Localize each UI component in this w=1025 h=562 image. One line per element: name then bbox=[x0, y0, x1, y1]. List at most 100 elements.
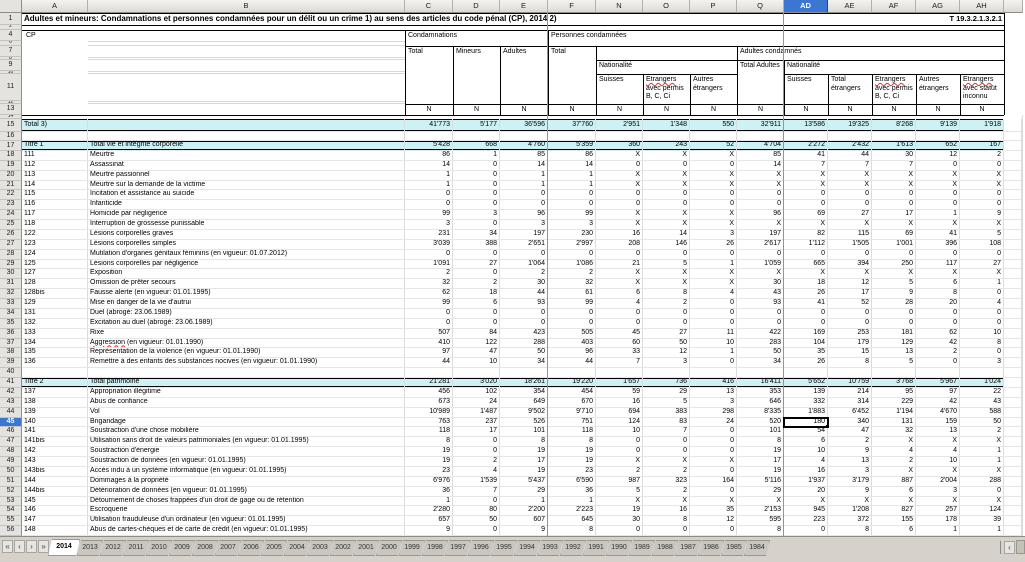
cell-F16[interactable] bbox=[548, 132, 596, 140]
cell-AH17[interactable]: 167 bbox=[960, 141, 1004, 150]
cell-C41[interactable]: 21'281 bbox=[405, 378, 453, 387]
cell-AD15[interactable]: 13'586 bbox=[784, 119, 828, 131]
cell-AD47[interactable]: 6 bbox=[784, 437, 828, 446]
row-header-22[interactable]: 22 bbox=[0, 190, 22, 200]
cell-Q45[interactable]: 520 bbox=[737, 418, 784, 427]
cell-partial-34[interactable] bbox=[1004, 309, 1022, 318]
cell-O54[interactable]: 16 bbox=[643, 506, 690, 515]
cell-B49[interactable]: Soustraction de données (en vigueur: 01.… bbox=[88, 457, 405, 466]
cell-AE32[interactable]: 17 bbox=[828, 289, 872, 298]
cell-A34[interactable]: 131 bbox=[22, 309, 88, 318]
cell-P19[interactable]: 0 bbox=[690, 161, 737, 170]
header-etrangers-statut-inconnu[interactable]: Etrangers avec statut inconnu bbox=[961, 75, 1003, 103]
cell-E41[interactable]: 18'261 bbox=[500, 378, 548, 387]
cell-A22[interactable]: 115 bbox=[22, 190, 88, 199]
row-header-39[interactable]: 39 bbox=[0, 358, 22, 368]
cell-AH36[interactable]: 10 bbox=[960, 329, 1004, 338]
cell-F27[interactable]: 2'997 bbox=[548, 240, 596, 249]
row-header-41[interactable]: 41 bbox=[0, 378, 22, 388]
cell-B43[interactable]: Abus de confiance bbox=[88, 398, 405, 407]
cell-AD24[interactable]: 69 bbox=[784, 210, 828, 219]
cell-F47[interactable]: 8 bbox=[548, 437, 596, 446]
cell-D41[interactable]: 3'020 bbox=[453, 378, 500, 387]
cell-N26[interactable]: 16 bbox=[596, 230, 643, 239]
cell-F42[interactable]: 454 bbox=[548, 388, 596, 397]
cell-N44[interactable]: 694 bbox=[596, 408, 643, 417]
cell-F43[interactable]: 670 bbox=[548, 398, 596, 407]
cell-P21[interactable]: X bbox=[690, 181, 737, 190]
cell-AD28[interactable]: 0 bbox=[784, 250, 828, 259]
header-adultes[interactable]: Adultes bbox=[501, 47, 547, 58]
cell-C54[interactable]: 2'280 bbox=[405, 506, 453, 515]
cell-B28[interactable]: Mutilation d'organes génitaux féminins (… bbox=[88, 250, 405, 259]
cell-AD26[interactable]: 82 bbox=[784, 230, 828, 239]
cell-A43[interactable]: 138 bbox=[22, 398, 88, 407]
cell-C30[interactable]: 2 bbox=[405, 269, 453, 278]
fill-handle[interactable] bbox=[826, 425, 829, 428]
cell-partial-37[interactable] bbox=[1004, 339, 1022, 348]
row-header-15[interactable]: 15 bbox=[0, 119, 22, 132]
cell-N51[interactable]: 987 bbox=[596, 477, 643, 486]
cell-AH53[interactable]: X bbox=[960, 497, 1004, 506]
cell-B42[interactable]: Appropriation illégitime bbox=[88, 388, 405, 397]
cell-AG51[interactable]: 2'004 bbox=[916, 477, 960, 486]
cell-F54[interactable]: 2'223 bbox=[548, 506, 596, 515]
cell-AG50[interactable]: X bbox=[916, 467, 960, 476]
cell-AE41[interactable]: 10'759 bbox=[828, 378, 872, 387]
cell-A15[interactable]: Total 3) bbox=[22, 119, 88, 131]
cell-B45[interactable]: Brigandage bbox=[88, 418, 405, 427]
cell-partial-18[interactable] bbox=[1004, 151, 1022, 160]
cell-A45[interactable]: 140 bbox=[22, 418, 88, 427]
cell-D22[interactable]: 0 bbox=[453, 190, 500, 199]
cell-AD35[interactable]: 0 bbox=[784, 319, 828, 328]
cell-F55[interactable]: 645 bbox=[548, 516, 596, 525]
cell-E34[interactable]: 0 bbox=[500, 309, 548, 318]
cell-N55[interactable]: 30 bbox=[596, 516, 643, 525]
row-header-31[interactable]: 31 bbox=[0, 279, 22, 289]
cell-C44[interactable]: 10'989 bbox=[405, 408, 453, 417]
cell-P53[interactable]: X bbox=[690, 497, 737, 506]
cell-partial-32[interactable] bbox=[1004, 289, 1022, 298]
cell-AH47[interactable]: X bbox=[960, 437, 1004, 446]
cell-O29[interactable]: 5 bbox=[643, 260, 690, 269]
cell-AF16[interactable] bbox=[872, 132, 916, 140]
cell-B24[interactable]: Homicide par négligence bbox=[88, 210, 405, 219]
row-header-9[interactable]: 9 bbox=[0, 60, 22, 71]
cell-AF30[interactable]: X bbox=[872, 269, 916, 278]
cell-E22[interactable]: 0 bbox=[500, 190, 548, 199]
cell-Q44[interactable]: 8'335 bbox=[737, 408, 784, 417]
cell-AH32[interactable]: 0 bbox=[960, 289, 1004, 298]
cell-AE49[interactable]: 13 bbox=[828, 457, 872, 466]
cell-AD53[interactable]: X bbox=[784, 497, 828, 506]
cell-AG43[interactable]: 42 bbox=[916, 398, 960, 407]
sheet-tab-1993[interactable]: 1993 bbox=[537, 540, 563, 556]
cell-P46[interactable]: 0 bbox=[690, 427, 737, 436]
cell-C50[interactable]: 23 bbox=[405, 467, 453, 476]
row-header-48[interactable]: 48 bbox=[0, 447, 22, 457]
cell-AF51[interactable]: 887 bbox=[872, 477, 916, 486]
cell-AF45[interactable]: 131 bbox=[872, 418, 916, 427]
cell-D40[interactable] bbox=[453, 368, 500, 377]
cell-O16[interactable] bbox=[643, 132, 690, 140]
cell-B53[interactable]: Détournement de choses frappées d'un dro… bbox=[88, 497, 405, 506]
cell-AF21[interactable]: X bbox=[872, 181, 916, 190]
cell-Q28[interactable]: 0 bbox=[737, 250, 784, 259]
cell-P40[interactable] bbox=[690, 368, 737, 377]
row-header-56[interactable]: 56 bbox=[0, 526, 22, 536]
cell-AE42[interactable]: 214 bbox=[828, 388, 872, 397]
sheet-tab-1998[interactable]: 1998 bbox=[422, 540, 448, 556]
cell-AE56[interactable]: 8 bbox=[828, 526, 872, 535]
cell-F22[interactable]: 0 bbox=[548, 190, 596, 199]
cell-P26[interactable]: 3 bbox=[690, 230, 737, 239]
cell-partial-44[interactable] bbox=[1004, 408, 1022, 417]
sheet-tab-2002[interactable]: 2002 bbox=[330, 540, 356, 556]
cell-AD23[interactable]: 0 bbox=[784, 200, 828, 209]
row-header-34[interactable]: 34 bbox=[0, 309, 22, 319]
cell-AE33[interactable]: 52 bbox=[828, 299, 872, 308]
cell-AH19[interactable]: 0 bbox=[960, 161, 1004, 170]
cell-AG25[interactable]: X bbox=[916, 220, 960, 229]
cell-AD44[interactable]: 1'883 bbox=[784, 408, 828, 417]
cell-N38[interactable]: 33 bbox=[596, 348, 643, 357]
cell-E38[interactable]: 50 bbox=[500, 348, 548, 357]
cell-N49[interactable]: X bbox=[596, 457, 643, 466]
